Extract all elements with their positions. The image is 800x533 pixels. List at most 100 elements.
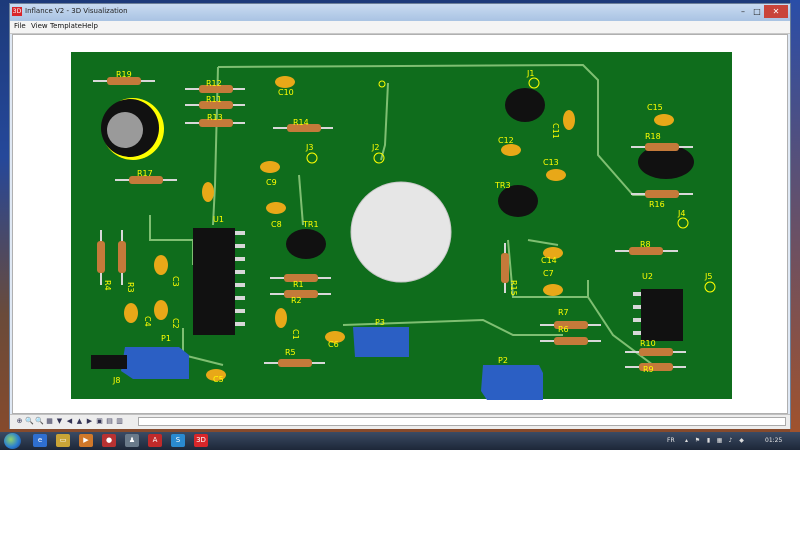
label-c3: C3 (171, 276, 180, 287)
close-button[interactable]: ✕ (764, 5, 788, 18)
label-r5: R5 (285, 348, 296, 357)
maximize-button[interactable]: □ (750, 5, 764, 18)
label-r10: R10 (640, 339, 656, 348)
tray-volume-icon[interactable]: ♪ (727, 437, 734, 444)
tray-language[interactable]: FR (667, 437, 675, 444)
toolbar-tool-4-icon[interactable]: ▦ (45, 417, 54, 426)
connector-j8 (91, 355, 127, 369)
electrolytic-cap-top (107, 112, 143, 148)
taskbar-app-3-icon[interactable]: ▶ (79, 434, 93, 447)
label-r19: R19 (116, 70, 132, 79)
label-tr3: TR3 (494, 181, 511, 190)
label-r18: R18 (645, 132, 661, 141)
label-r7: R7 (558, 308, 569, 317)
label-r14: R14 (293, 118, 309, 127)
transistor-body (505, 88, 545, 122)
tray-clock[interactable]: 01:25 (765, 437, 782, 444)
label-r13: R13 (207, 113, 223, 122)
taskbar-app-7-icon[interactable]: S (171, 434, 185, 447)
tray-battery-icon[interactable]: ▮ (705, 437, 712, 444)
label-j8: J8 (112, 376, 120, 385)
label-u2: U2 (642, 272, 653, 281)
label-r9: R9 (643, 365, 654, 374)
tray-network-icon[interactable]: ▦ (716, 437, 723, 444)
taskbar: e ▭ ▶ ● ♟ A S 3D FR ▴ ⚑ ▮ ▦ ♪ ◆ 01:25 (0, 432, 800, 450)
toolbar-tool-8-icon[interactable]: ▶ (85, 417, 94, 426)
toolbar-tool-1-icon[interactable]: ⊕ (15, 417, 24, 426)
label-r12: R12 (206, 79, 222, 88)
toolbar-tool-5-icon[interactable]: ▼ (55, 417, 64, 426)
label-r6: R6 (558, 325, 569, 334)
app-icon: 3D (12, 7, 22, 16)
tray-power-icon[interactable]: ◆ (738, 437, 745, 444)
3d-viewport[interactable]: R19 R12 R11 R13 C10 R14 J1 C11 C15 R18 C12 J3 J2 C13 R… (12, 34, 788, 414)
window-title: Inflance V2 - 3D Visualization (25, 7, 128, 15)
label-c4: C4 (143, 316, 152, 327)
transistor-body (286, 229, 326, 259)
status-field (138, 417, 786, 426)
tray-arrow-icon[interactable]: ▴ (683, 437, 690, 444)
taskbar-app-4-icon[interactable]: ● (102, 434, 116, 447)
label-r16: R16 (649, 200, 665, 209)
label-c12: C12 (498, 136, 514, 145)
label-r1: R1 (293, 280, 304, 289)
label-c10: C10 (278, 88, 294, 97)
label-c14: C14 (541, 256, 557, 265)
taskbar-app-8-icon[interactable]: 3D (194, 434, 208, 447)
label-tr1: TR1 (302, 220, 319, 229)
label-j3: J3 (305, 143, 313, 152)
toolbar-tool-7-icon[interactable]: ▲ (75, 417, 84, 426)
label-p2: P2 (498, 356, 508, 365)
label-r17: R17 (137, 169, 153, 178)
label-p1: P1 (161, 334, 171, 343)
label-r3: R3 (126, 282, 135, 293)
label-u1: U1 (213, 215, 224, 224)
menu-template[interactable]: Template (50, 22, 82, 30)
ic-u2 (641, 289, 683, 341)
label-c8: C8 (271, 220, 282, 229)
menu-file[interactable]: File (14, 22, 26, 30)
menu-help[interactable]: Help (82, 22, 98, 30)
minimize-button[interactable]: – (736, 5, 750, 18)
toolbar-tool-2-icon[interactable]: 🔍 (25, 417, 34, 426)
label-c13: C13 (543, 158, 559, 167)
menu-view[interactable]: View (31, 22, 48, 30)
label-c1: C1 (291, 329, 300, 340)
mounting-hole (350, 181, 452, 283)
taskbar-app-6-icon[interactable]: A (148, 434, 162, 447)
toolbar-tool-9-icon[interactable]: ▣ (95, 417, 104, 426)
desktop-edge (790, 0, 800, 432)
taskbar-app-5-icon[interactable]: ♟ (125, 434, 139, 447)
label-j1: J1 (526, 69, 534, 78)
label-r15: R15 (509, 280, 518, 296)
label-c9: C9 (266, 178, 277, 187)
label-c15: C15 (647, 103, 663, 112)
taskbar-app-2-icon[interactable]: ▭ (56, 434, 70, 447)
label-c11: C11 (551, 123, 560, 139)
title-bar[interactable]: 3D Inflance V2 - 3D Visualization – □ ✕ (10, 4, 790, 21)
toolbar-tool-10-icon[interactable]: ▤ (105, 417, 114, 426)
app-window: 3D Inflance V2 - 3D Visualization – □ ✕ … (9, 3, 791, 429)
label-j2: J2 (371, 143, 379, 152)
label-c7: C7 (543, 269, 554, 278)
label-c2: C2 (171, 318, 180, 329)
toolbar-tool-11-icon[interactable]: ▥ (115, 417, 124, 426)
start-button[interactable] (4, 433, 21, 449)
toolbar-tool-3-icon[interactable]: 🔍 (35, 417, 44, 426)
label-c6: C6 (328, 340, 339, 349)
menu-bar: File View Template Help (10, 21, 790, 34)
ic-u1 (193, 228, 235, 335)
label-r11: R11 (206, 95, 222, 104)
pcb-scene[interactable]: R19 R12 R11 R13 C10 R14 J1 C11 C15 R18 C12 J3 J2 C13 R… (13, 35, 787, 413)
label-r8: R8 (640, 240, 651, 249)
label-c5: C5 (213, 375, 224, 384)
label-r2: R2 (291, 296, 302, 305)
label-j4: J4 (677, 209, 685, 218)
label-r4: R4 (103, 280, 112, 291)
taskbar-app-1-icon[interactable]: e (33, 434, 47, 447)
tray-flag-icon[interactable]: ⚑ (694, 437, 701, 444)
label-p3: P3 (375, 318, 385, 327)
toolbar-tool-6-icon[interactable]: ◀ (65, 417, 74, 426)
label-j5: J5 (704, 272, 712, 281)
status-bar: ⊕ 🔍 🔍 ▦ ▼ ◀ ▲ ▶ ▣ ▤ ▥ (10, 414, 790, 429)
